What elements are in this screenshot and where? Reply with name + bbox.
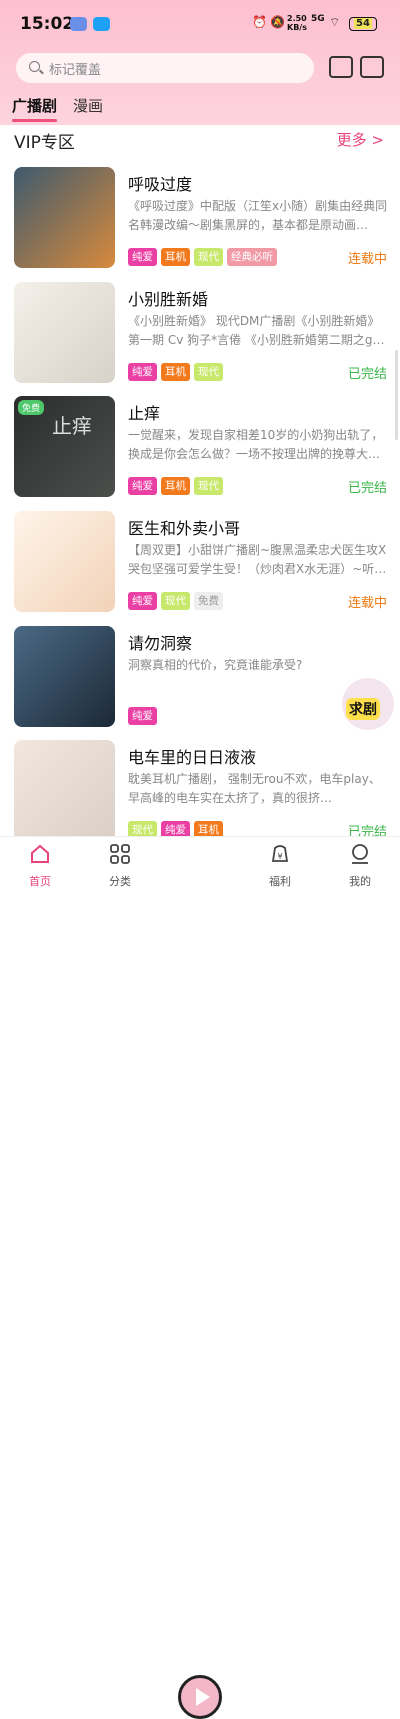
tag: 耳机: [161, 477, 190, 495]
tab-bar: 广播剧 漫画: [0, 95, 400, 123]
item-description: 一觉醒来，发现自家相差10岁的小奶狗出轨了，换成是你会怎么做？一场不按理出牌的挽…: [128, 428, 384, 461]
net-speed: 2.50 KB/s: [287, 14, 307, 32]
app-notification-icon: [93, 17, 110, 31]
mute-icon: 🔕: [270, 15, 285, 29]
grid-icon: [110, 844, 130, 864]
request-drama-button[interactable]: 求剧: [342, 678, 394, 730]
section-title: VIP专区: [14, 133, 75, 153]
tag-list: 纯爱 耳机 现代: [128, 363, 227, 381]
tag: 现代: [194, 477, 223, 495]
cover-image: [14, 511, 115, 612]
calendar-icon[interactable]: [360, 56, 384, 78]
search-input[interactable]: 标记覆盖: [16, 53, 314, 83]
profile-icon: [352, 844, 368, 864]
tag: 纯爱: [128, 363, 157, 381]
list-item[interactable]: 免费 止痒 止痒 一觉醒来，发现自家相差10岁的小奶狗出轨了，换成是你会怎么做？…: [0, 396, 400, 510]
cover-image: [14, 740, 115, 841]
status-label: 已完结: [347, 367, 387, 382]
status-bar: 15:02 ⏰ 🔕 2.50 KB/s 5G ⌔ 54: [0, 0, 400, 48]
request-drama-label: 求剧: [346, 698, 380, 720]
tag: 纯爱: [128, 477, 157, 495]
list-item[interactable]: 呼吸过度 《呼吸过度》中配版（江笙x小随）剧集由经典同名韩漫改编～剧集黑屏的，基…: [0, 167, 400, 281]
item-title: 医生和外卖小哥: [128, 519, 241, 538]
search-icon: [29, 61, 40, 72]
message-icon[interactable]: [329, 56, 353, 78]
tag: 耳机: [161, 248, 190, 266]
yen-bag-icon: ¥: [271, 845, 289, 862]
status-label: 已完结: [347, 481, 387, 496]
list-item[interactable]: 请勿洞察 洞察真相的代价，究竟谁能承受? 纯爱: [0, 626, 400, 740]
list-item[interactable]: 医生和外卖小哥 【周双更】小甜饼广播剧~腹黑温柔忠犬医生攻X哭包坚强可爱学生受！…: [0, 511, 400, 625]
status-label: 连载中: [347, 252, 387, 267]
cover-image: [14, 282, 115, 383]
tag: 耳机: [161, 363, 190, 381]
alarm-icon: ⏰: [252, 15, 267, 29]
wifi-icon: ⌔: [329, 15, 341, 29]
chevron-right-icon: >: [371, 131, 384, 149]
bottom-nav: 首页 分类 ¥ 福利 我的: [0, 836, 400, 1719]
item-title: 止痒: [128, 404, 161, 423]
nav-profile[interactable]: 我的: [330, 843, 390, 889]
nav-home[interactable]: 首页: [10, 843, 70, 889]
status-label: 连载中: [347, 596, 387, 611]
signal-icon: 5G: [311, 14, 325, 24]
list-item[interactable]: 小别胜新婚 《小别胜新婚》 现代DM广播剧《小别胜新婚》第一期 Cv 狗子*言倦…: [0, 282, 400, 396]
app-notification-icon: [70, 17, 87, 31]
cover-image: [14, 167, 115, 268]
tag-list: 纯爱 耳机 现代: [128, 477, 227, 495]
tag-list: 纯爱: [128, 707, 161, 725]
tag: 免费: [194, 592, 223, 610]
tag: 现代: [194, 363, 223, 381]
more-link[interactable]: 更多 >: [337, 129, 384, 150]
nav-category[interactable]: 分类: [90, 843, 150, 889]
tab-comics[interactable]: 漫画: [73, 95, 103, 116]
home-icon: [31, 844, 49, 863]
item-title: 电车里的日日液液: [128, 748, 257, 767]
tag: 现代: [161, 592, 190, 610]
item-title: 请勿洞察: [128, 634, 193, 653]
tag: 经典必听: [227, 248, 277, 266]
search-placeholder: 标记覆盖: [49, 63, 102, 78]
nav-welfare[interactable]: ¥ 福利: [250, 843, 310, 889]
item-title: 呼吸过度: [128, 175, 193, 194]
item-title: 小别胜新婚: [128, 290, 209, 309]
tag: 纯爱: [128, 592, 157, 610]
tag: 纯爱: [128, 707, 157, 725]
tag-list: 纯爱 现代 免费: [128, 592, 227, 610]
tag-list: 纯爱 耳机 现代 经典必听: [128, 248, 281, 266]
status-time: 15:02: [20, 14, 75, 34]
tag: 纯爱: [128, 248, 157, 266]
cover-image: 免费 止痒: [14, 396, 115, 497]
tab-radio-drama[interactable]: 广播剧: [12, 95, 58, 122]
battery-icon: 54: [349, 17, 377, 31]
item-description: 【周双更】小甜饼广播剧~腹黑温柔忠犬医生攻X哭包坚强可爱学生受！（炒肉君X水无涯…: [128, 543, 387, 576]
svg-text:¥: ¥: [277, 852, 282, 861]
item-description: 耽美耳机广播剧， 强制无rou不欢，电车play、 早高峰的电车实在太挤了，真的…: [128, 772, 381, 805]
item-description: 《呼吸过度》中配版（江笙x小随）剧集由经典同名韩漫改编～剧集黑屏的，基本都是原动…: [128, 199, 388, 232]
play-button[interactable]: [178, 1675, 222, 1719]
free-badge: 免费: [18, 400, 45, 415]
cover-image: [14, 626, 115, 727]
item-description: 《小别胜新婚》 现代DM广播剧《小别胜新婚》第一期 Cv 狗子*言倦 《小别胜新…: [128, 314, 385, 347]
cover-title: 止痒: [52, 414, 92, 438]
tag: 现代: [194, 248, 223, 266]
